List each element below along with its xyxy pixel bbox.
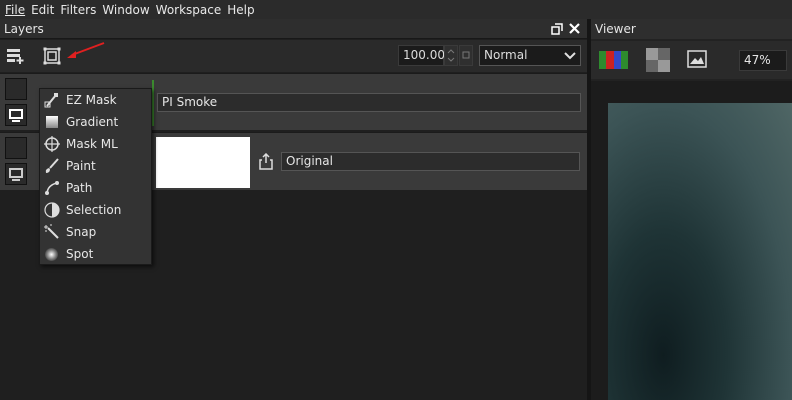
share-icon[interactable]: [258, 153, 274, 171]
menu-item-label: Paint: [66, 159, 96, 173]
menu-help[interactable]: Help: [227, 3, 254, 17]
transparency-grid-icon[interactable]: [646, 48, 670, 72]
layers-toolbar: 100.00 Normal: [0, 40, 587, 72]
blend-mode-select[interactable]: Normal: [479, 45, 581, 66]
menu-bar: File Edit Filters Window Workspace Help: [0, 0, 792, 19]
layers-panel-title: Layers: [4, 21, 44, 36]
menu-item-label: Spot: [66, 247, 94, 261]
path-icon: [45, 181, 59, 195]
active-layer-marker: [152, 80, 154, 126]
viewer-title: Viewer: [591, 19, 792, 39]
image-preview-icon[interactable]: [687, 50, 707, 68]
menu-item-paint[interactable]: Paint: [40, 155, 152, 177]
menu-item-label: Snap: [66, 225, 97, 239]
menu-item-ez-mask[interactable]: EZ Mask: [40, 89, 152, 111]
layer-name-field[interactable]: PI Smoke: [157, 93, 581, 112]
spin-arrows-icon: [447, 49, 455, 62]
monitor-icon: [9, 168, 23, 181]
ez-mask-icon: [44, 93, 58, 108]
add-layer-icon[interactable]: [6, 47, 24, 65]
menu-item-snap[interactable]: Snap: [40, 221, 152, 243]
rgb-channels-icon[interactable]: [599, 51, 629, 69]
selection-icon: [44, 202, 60, 218]
menu-item-label: EZ Mask: [66, 93, 117, 107]
menu-item-selection[interactable]: Selection: [40, 199, 152, 221]
layer-thumbnail[interactable]: [156, 137, 250, 188]
layers-panel: Layers 100.00 Normal PI Smoke Original E…: [0, 19, 587, 400]
viewer-toolbar: 47%: [591, 41, 792, 79]
menu-window[interactable]: Window: [102, 3, 149, 17]
add-mask-menu: EZ Mask Gradient Mask ML Paint Path Sele…: [39, 88, 152, 265]
menu-item-label: Gradient: [66, 115, 119, 129]
layer-visibility-icon[interactable]: [5, 104, 27, 126]
mask-ml-icon: [44, 136, 60, 152]
layer-edit-icon[interactable]: [5, 137, 27, 159]
menu-item-path[interactable]: Path: [40, 177, 152, 199]
opacity-input[interactable]: 100.00: [398, 45, 445, 66]
blend-mode-value: Normal: [484, 48, 528, 62]
snap-wand-icon: [44, 224, 59, 239]
layer-visibility-icon[interactable]: [5, 163, 27, 185]
layer-edit-icon[interactable]: [5, 78, 27, 100]
viewer-canvas[interactable]: [591, 81, 792, 400]
menu-item-spot[interactable]: Spot: [40, 243, 152, 265]
add-mask-icon[interactable]: [43, 47, 61, 65]
monitor-icon: [9, 109, 23, 122]
preview-image: [608, 103, 792, 400]
undock-icon[interactable]: [551, 23, 563, 35]
menu-item-label: Path: [66, 181, 93, 195]
gradient-icon: [46, 116, 58, 128]
paint-brush-icon: [45, 158, 59, 173]
menu-filters[interactable]: Filters: [60, 3, 96, 17]
menu-item-label: Mask ML: [66, 137, 118, 151]
spot-icon: [45, 248, 58, 261]
opacity-spinner[interactable]: [444, 45, 458, 66]
menu-item-label: Selection: [66, 203, 122, 217]
zoom-level-input[interactable]: 47%: [739, 50, 787, 71]
close-icon[interactable]: [568, 22, 581, 35]
chevron-down-icon: [564, 52, 576, 60]
menu-edit[interactable]: Edit: [31, 3, 54, 17]
layer-name-field[interactable]: Original: [281, 152, 580, 171]
opacity-reset-button[interactable]: [459, 45, 473, 66]
menu-file[interactable]: File: [5, 3, 25, 17]
menu-item-mask-ml[interactable]: Mask ML: [40, 133, 152, 155]
viewer-panel: Viewer 47%: [591, 19, 792, 400]
menu-item-gradient[interactable]: Gradient: [40, 111, 152, 133]
layers-panel-header: Layers: [0, 19, 587, 39]
menu-workspace[interactable]: Workspace: [156, 3, 222, 17]
annotation-arrow-icon: [67, 42, 105, 58]
square-icon: [462, 51, 470, 59]
